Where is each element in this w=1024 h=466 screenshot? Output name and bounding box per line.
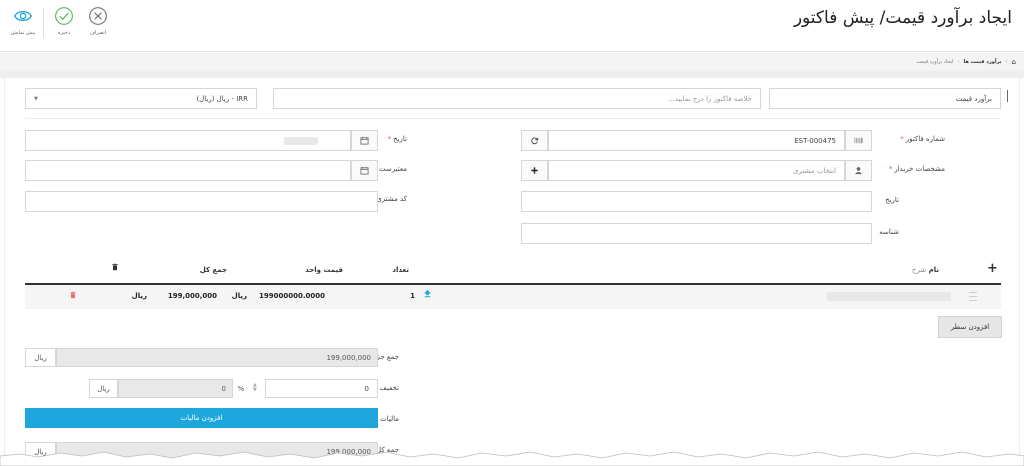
delete-all-icon[interactable] (111, 263, 119, 273)
column-name: نام شرح (911, 266, 939, 274)
check-circle-icon (55, 7, 73, 25)
date-label: تاریخ* (387, 135, 407, 143)
refresh-button[interactable] (521, 130, 548, 151)
stepper-arrows-icon[interactable]: ▲ ▼ (253, 383, 257, 393)
add-item-icon[interactable]: + (987, 261, 998, 276)
section-marker (1007, 90, 1008, 102)
buyer-select[interactable]: انتخاب مشتری (548, 160, 845, 181)
breadcrumb-item-estimates[interactable]: برآورد قیمت ها (964, 59, 1002, 65)
column-total: جمع کل (199, 266, 227, 274)
home-icon[interactable]: ⌂ (1012, 58, 1016, 66)
caret-down-icon: ▼ (34, 95, 38, 102)
refresh-icon (531, 137, 539, 145)
barcode-icon (854, 137, 863, 144)
close-circle-icon (89, 7, 107, 25)
column-unit-price: قیمت واحد (305, 266, 343, 274)
preview-label: پیش نمایش (10, 30, 36, 36)
calendar-addon-date[interactable] (351, 130, 378, 151)
doc-type-select[interactable]: برآورد قیمت (769, 88, 1001, 109)
delete-row-icon[interactable] (69, 291, 77, 301)
discount-label: تخفیف (379, 384, 399, 392)
buyer-label: مشخصات خریدار* (888, 165, 945, 173)
barcode-addon[interactable] (845, 130, 872, 151)
add-customer-button[interactable] (521, 160, 548, 181)
calendar-icon (360, 166, 369, 175)
action-toolbar: پیش نمایش ذخیره انصراف (6, 6, 115, 46)
tax-up-icon[interactable] (423, 289, 432, 300)
customer-code-label: کد مشتری (376, 195, 407, 203)
discount-percent-value: 0 (118, 379, 233, 398)
row-unit-price-currency: ریال (231, 292, 247, 300)
add-row-button[interactable]: افزودن سطر (938, 316, 1002, 338)
drag-handle-icon[interactable] (969, 292, 977, 301)
breadcrumb-item-current: ایجاد برآورد قیمت (916, 58, 954, 65)
subtotal-value: 199,000,000 (56, 348, 378, 367)
breadcrumb: ⌂ › برآورد قیمت ها › ایجاد برآورد قیمت (0, 53, 1024, 70)
redacted-item-name (827, 292, 951, 301)
save-button[interactable]: ذخیره (47, 6, 81, 36)
invoice-number-input[interactable]: EST-000475 (548, 130, 845, 151)
user-icon (855, 167, 862, 175)
summary-input[interactable]: خلاصه فاکتور را درج نمایید... (273, 88, 761, 109)
date2-label: تاریخ (885, 196, 899, 204)
row-total: 199,000,000 (167, 292, 217, 300)
valid-until-input[interactable] (25, 160, 351, 181)
page-title: ایجاد برآورد قیمت/ پیش فاکتور (793, 8, 1012, 28)
currency-select[interactable]: IRR - ریال (ریال) ▼ (25, 88, 257, 109)
redacted-date (284, 136, 318, 145)
percent-sign: % (233, 379, 249, 398)
plus-icon (531, 167, 538, 174)
invoice-number-label: شماره فاکتور* (900, 135, 945, 143)
tax-label: مالیات (380, 415, 399, 423)
torn-edge (0, 451, 1024, 466)
date2-input[interactable] (521, 191, 872, 212)
identifier-label: شناسه (879, 228, 899, 236)
subtotal-unit: ریال (25, 348, 56, 367)
toolbar-divider (43, 8, 44, 38)
preview-button[interactable]: پیش نمایش (6, 6, 40, 36)
save-label: ذخیره (57, 30, 71, 36)
identifier-input[interactable] (521, 223, 872, 244)
cancel-label: انصراف (89, 30, 107, 36)
divider (25, 118, 1001, 119)
add-tax-button[interactable]: افزودن مالیات (25, 408, 378, 428)
top-bar: ایجاد برآورد قیمت/ پیش فاکتور پیش نمایش … (0, 0, 1024, 52)
row-quantity[interactable]: 1 (410, 292, 415, 300)
user-addon[interactable] (845, 160, 872, 181)
row-total-currency: ریال (131, 292, 147, 300)
cancel-button[interactable]: انصراف (81, 6, 115, 36)
row-unit-price: 199000000.0000 (259, 292, 325, 300)
discount-input[interactable]: 0 (265, 379, 378, 398)
eye-icon (13, 10, 33, 22)
date-input[interactable] (25, 130, 351, 151)
column-quantity: تعداد (392, 266, 409, 274)
discount-unit: ریال (89, 379, 118, 398)
form-panel: برآورد قیمت خلاصه فاکتور را درج نمایید..… (4, 78, 1020, 466)
calendar-addon-valid[interactable] (351, 160, 378, 181)
section-strip (0, 70, 1024, 78)
customer-code-input[interactable] (25, 191, 378, 212)
calendar-icon (360, 136, 369, 145)
